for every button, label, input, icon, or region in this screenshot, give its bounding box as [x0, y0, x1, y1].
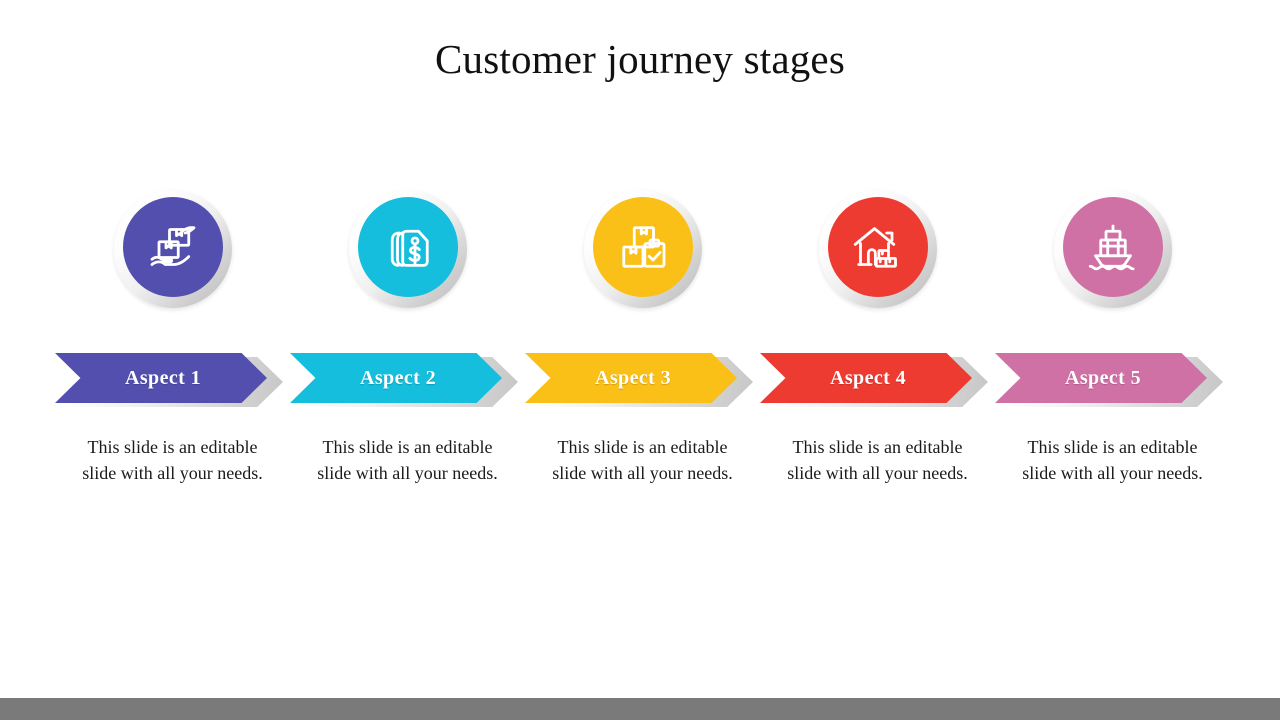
banner-shape[interactable]: Aspect 1: [55, 353, 267, 403]
journey-stage-5[interactable]: Aspect 5 This slide is an editable slide…: [995, 190, 1230, 550]
stage-2-banner[interactable]: Aspect 2: [290, 353, 525, 411]
stage-3-disc: [592, 197, 693, 297]
stage-5-label: Aspect 5: [1065, 366, 1141, 389]
stage-4-banner[interactable]: Aspect 4: [760, 353, 995, 411]
cargo-ship-icon: [1085, 219, 1141, 275]
stage-4-label: Aspect 4: [830, 366, 906, 389]
stage-1-badge[interactable]: [113, 190, 232, 308]
journey-stage-3[interactable]: Aspect 3 This slide is an editable slide…: [525, 190, 760, 550]
journey-stage-2[interactable]: Aspect 2 This slide is an editable slide…: [290, 190, 525, 550]
house-with-boxes-icon: [850, 219, 906, 275]
stage-3-label: Aspect 3: [595, 366, 671, 389]
stage-1-disc: [122, 197, 223, 297]
stage-1-banner[interactable]: Aspect 1: [55, 353, 290, 411]
stage-5-description: This slide is an editable slide with all…: [1022, 437, 1203, 483]
stage-5-disc: [1062, 197, 1163, 297]
stage-2-label: Aspect 2: [360, 366, 436, 389]
slide-canvas: Customer journey stages Aspect 1 This sl…: [0, 0, 1280, 720]
stage-2-description: This slide is an editable slide with all…: [317, 437, 498, 483]
banner-shape[interactable]: Aspect 4: [760, 353, 972, 403]
banner-shape[interactable]: Aspect 3: [525, 353, 737, 403]
hand-holding-package-icon: [145, 219, 201, 275]
stage-1-description: This slide is an editable slide with all…: [82, 437, 263, 483]
bottom-bar: [0, 698, 1280, 720]
stage-3-badge[interactable]: [583, 190, 702, 308]
page-title: Customer journey stages: [435, 36, 845, 82]
banner-shape[interactable]: Aspect 2: [290, 353, 502, 403]
stage-2-disc: [357, 197, 458, 297]
price-tag-dollar-icon: [380, 219, 436, 275]
banner-shape[interactable]: Aspect 5: [995, 353, 1207, 403]
stage-4-description: This slide is an editable slide with all…: [787, 437, 968, 483]
journey-stage-list: Aspect 1 This slide is an editable slide…: [55, 190, 1230, 550]
stage-4-badge[interactable]: [818, 190, 937, 308]
journey-stage-1[interactable]: Aspect 1 This slide is an editable slide…: [55, 190, 290, 550]
stage-2-badge[interactable]: [348, 190, 467, 308]
stage-5-banner[interactable]: Aspect 5: [995, 353, 1230, 411]
journey-stage-4[interactable]: Aspect 4 This slide is an editable slide…: [760, 190, 995, 550]
stage-1-label: Aspect 1: [125, 366, 201, 389]
stage-5-badge[interactable]: [1053, 190, 1172, 308]
boxes-clipboard-check-icon: [615, 219, 671, 275]
stage-3-description: This slide is an editable slide with all…: [552, 437, 733, 483]
stage-3-banner[interactable]: Aspect 3: [525, 353, 760, 411]
stage-4-disc: [827, 197, 928, 297]
